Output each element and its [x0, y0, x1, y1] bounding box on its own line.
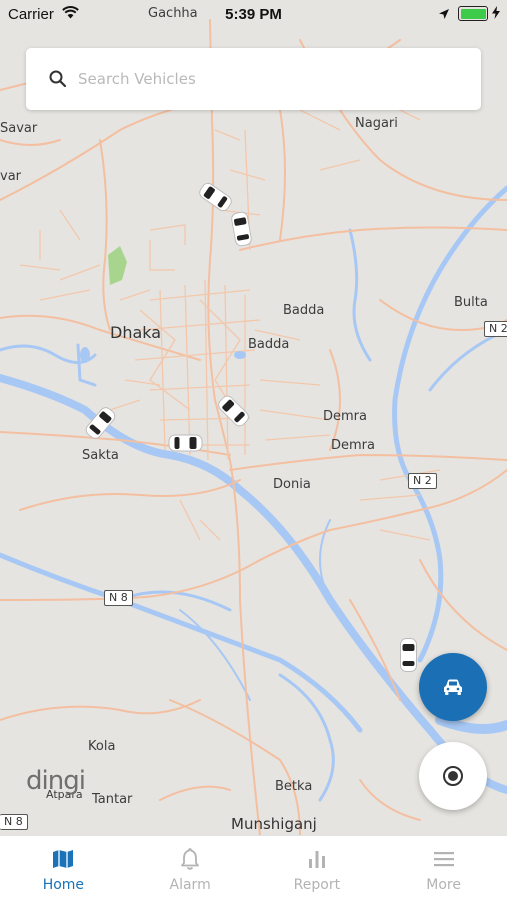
highway-shield-n8: N 8: [0, 814, 28, 830]
dingi-logo: dingi: [26, 766, 86, 796]
map-label-tantar: Tantar: [92, 792, 133, 807]
map-label-munshiganj: Munshiganj: [231, 815, 317, 833]
tab-alarm[interactable]: Alarm: [127, 836, 254, 900]
tab-report[interactable]: Report: [254, 836, 381, 900]
map-label-nagari: Nagari: [355, 116, 398, 131]
bell-icon: [181, 848, 200, 870]
charging-bolt-icon: [492, 6, 500, 22]
map-label-badda-1: Badda: [283, 303, 325, 318]
map-label-var: var: [0, 169, 22, 184]
map-label-dhaka: Dhaka: [110, 323, 162, 342]
tab-report-label: Report: [293, 877, 341, 893]
search-bar[interactable]: [26, 48, 481, 110]
tab-home-label: Home: [42, 877, 85, 893]
location-arrow-icon: [438, 7, 450, 24]
map-label-sakta: Sakta: [82, 448, 119, 463]
tab-bar: Home Alarm Report More: [0, 835, 507, 900]
battery-icon: [458, 6, 488, 21]
tab-alarm-label: Alarm: [169, 877, 211, 893]
status-bar: Carrier 5:39 PM: [0, 0, 507, 28]
map-icon: [53, 850, 74, 868]
highway-shield-n2: N 2: [408, 473, 437, 489]
bar-chart-icon: [308, 851, 325, 868]
search-input[interactable]: [78, 64, 458, 94]
vehicle-marker[interactable]: [168, 434, 203, 452]
highway-shield-n2: N 2: [484, 321, 507, 337]
search-icon: [49, 70, 67, 88]
tab-more-label: More: [426, 877, 461, 893]
tab-more[interactable]: More: [380, 836, 507, 900]
vehicles-button[interactable]: [419, 653, 487, 721]
map-label-savar: Savar: [0, 121, 38, 136]
vehicle-marker[interactable]: [400, 638, 417, 672]
target-icon: [443, 766, 463, 786]
tab-home[interactable]: Home: [0, 836, 127, 900]
map-label-badda-2: Badda: [248, 337, 290, 352]
highway-shield-n8: N 8: [104, 590, 133, 606]
menu-icon: [433, 852, 454, 867]
car-icon: [444, 679, 462, 695]
map-label-donia: Donia: [273, 477, 311, 492]
map-label-betka: Betka: [275, 779, 313, 794]
map-label-demra-1: Demra: [323, 409, 367, 424]
my-location-button[interactable]: [419, 742, 487, 810]
map-label-demra-2: Demra: [331, 438, 375, 453]
map-label-kola: Kola: [88, 739, 116, 754]
map-label-bulta: Bulta: [454, 295, 488, 310]
clock: 5:39 PM: [225, 6, 282, 23]
